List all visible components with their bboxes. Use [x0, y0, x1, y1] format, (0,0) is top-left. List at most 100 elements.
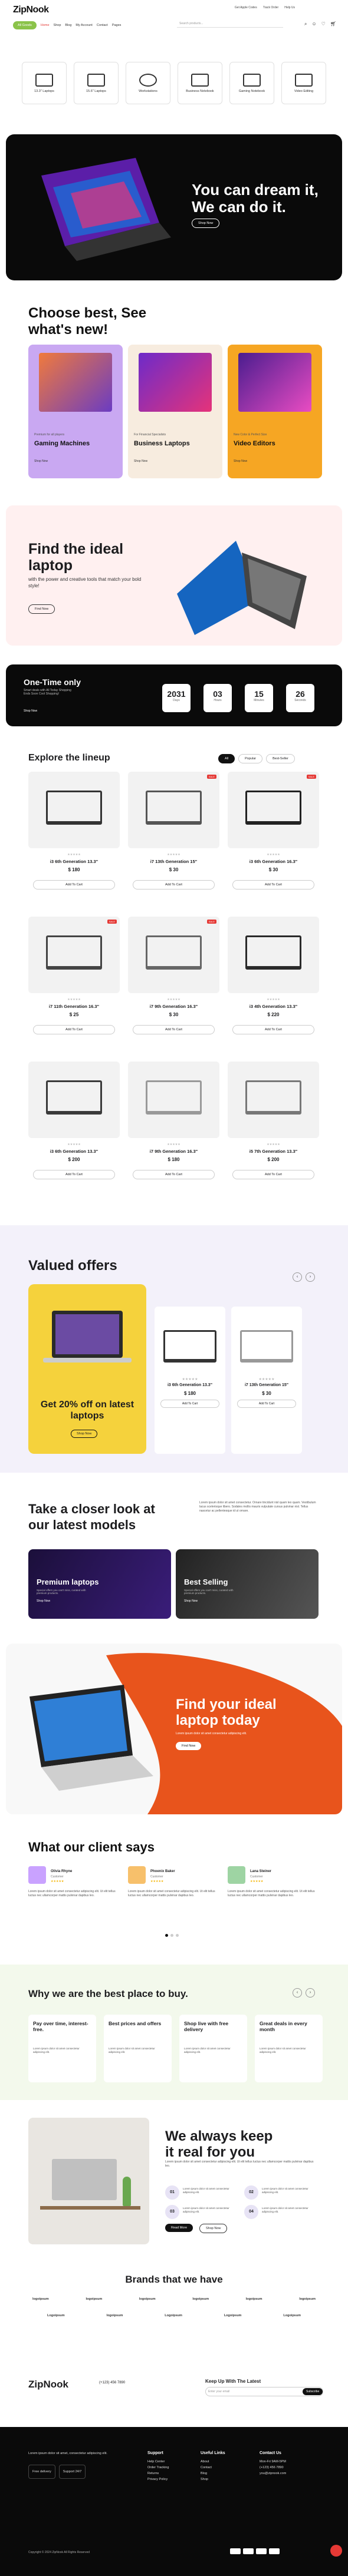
brand-logo[interactable]: Logoipsum: [165, 2314, 182, 2317]
brand-logo[interactable]: logoipsum: [246, 2297, 262, 2301]
carousel-dot[interactable]: [176, 1934, 179, 1937]
cart-icon[interactable]: 🛒︎: [330, 21, 336, 27]
product-card[interactable]: ★★★★★ i5 7th Generation 13.3" $ 200 Add To …: [228, 1062, 319, 1199]
nav-item[interactable]: My Account: [75, 24, 92, 27]
add-to-cart-button[interactable]: Add To Cart: [232, 1025, 314, 1034]
featured-card[interactable]: Premium for all players Gaming Machines …: [28, 345, 123, 478]
add-to-cart-button[interactable]: Add To Cart: [33, 1025, 115, 1034]
next-arrow-icon[interactable]: ›: [306, 1272, 315, 1282]
shop-now-link[interactable]: Shop Now: [234, 459, 247, 463]
featured-card[interactable]: For Financial Specialists Business Lapto…: [128, 345, 222, 478]
carousel-dot[interactable]: [165, 1934, 168, 1937]
user-icon[interactable]: ☺: [312, 21, 317, 27]
footer-link[interactable]: Blog: [201, 2471, 225, 2476]
brand-logo[interactable]: logoipsum: [299, 2297, 316, 2301]
next-arrow-icon[interactable]: ›: [306, 1988, 315, 1998]
add-to-cart-button[interactable]: Add To Cart: [133, 880, 215, 889]
add-to-cart-button[interactable]: Add To Cart: [33, 1170, 115, 1179]
product-card[interactable]: SALE ★★★★★ i7 11th Generation 16.3" $ 25 Add…: [28, 917, 120, 1054]
footer-link[interactable]: About: [201, 2459, 225, 2465]
shop-now-link[interactable]: Shop Now: [34, 459, 48, 463]
category-card[interactable]: Workstations: [126, 62, 170, 104]
shop-now-link[interactable]: Shop Now: [24, 709, 37, 713]
monitor-icon: [139, 73, 157, 87]
product-card[interactable]: ★★★★★ i3 6th Generation 13.3" $ 200 Add To …: [28, 1062, 120, 1199]
footer-link[interactable]: Privacy Policy: [147, 2476, 169, 2482]
brand-logo[interactable]: logoipsum: [86, 2297, 102, 2301]
footer-link[interactable]: Help Center: [147, 2459, 169, 2465]
shop-now-link[interactable]: Shop Now: [134, 459, 147, 463]
brand-logo[interactable]: logoipsum: [192, 2297, 209, 2301]
brand-logo[interactable]: Logoipsum: [47, 2314, 65, 2317]
rating-stars: ★★★★★: [67, 853, 81, 857]
add-to-cart-button[interactable]: Add To Cart: [33, 880, 115, 889]
add-to-cart-button[interactable]: Add To Cart: [232, 880, 314, 889]
rating-stars: ★★★★★: [167, 1143, 180, 1146]
footer-logo[interactable]: ZipNook: [28, 2379, 68, 2390]
top-link[interactable]: Help Us: [284, 6, 295, 9]
product-card[interactable]: ★★★★★ i3 6th Generation 13.3" $ 180 Add …: [155, 1307, 225, 1454]
read-more-button[interactable]: Read More: [165, 2224, 193, 2232]
subscribe-button[interactable]: Subscribe: [303, 2388, 323, 2395]
promo-shop-button[interactable]: Shop Now: [71, 1430, 98, 1438]
model-card[interactable]: Best Selling Special offers you can't mi…: [176, 1549, 319, 1619]
brand-logo[interactable]: Logoipsum: [283, 2314, 301, 2317]
product-card[interactable]: SALE ★★★★★ i3 6th Generation 16.3" $ 30 Add …: [228, 772, 319, 910]
carousel-dot[interactable]: [170, 1934, 173, 1937]
category-card[interactable]: Business Notebook: [178, 62, 222, 104]
brand-logo[interactable]: Logoipsum: [224, 2314, 242, 2317]
find-now-button[interactable]: Find Now: [28, 604, 55, 614]
hero-shop-button[interactable]: Shop Now: [192, 219, 220, 228]
top-link[interactable]: Track Order: [263, 6, 278, 9]
section-title: What our client says: [28, 1840, 155, 1854]
top-link[interactable]: Get Apple Codes: [235, 6, 257, 9]
footer-link[interactable]: Shop: [201, 2476, 225, 2482]
filter-tab[interactable]: All: [218, 754, 235, 763]
shop-now-link[interactable]: Shop Now: [37, 1599, 50, 1603]
site-logo[interactable]: ZipNook: [13, 5, 49, 15]
category-card[interactable]: Gaming Notebook: [229, 62, 274, 104]
featured-card[interactable]: New Color & Perfect Size Video Editors S…: [228, 345, 322, 478]
nav-item[interactable]: Pages: [112, 24, 122, 27]
product-card[interactable]: ★★★★★ i7 9th Generation 16.3" $ 180 Add To …: [128, 1062, 219, 1199]
category-card[interactable]: 13.3" Laptops: [22, 62, 67, 104]
filter-tab[interactable]: Best-Seller: [266, 754, 295, 763]
category-card[interactable]: Video Editing: [281, 62, 326, 104]
why-section: Why we are the best place to buy. ‹ › Pa…: [0, 1965, 348, 2100]
brand-logo[interactable]: logoipsum: [32, 2297, 49, 2301]
heart-icon[interactable]: ♡: [321, 21, 326, 27]
search-icon[interactable]: ⌕: [304, 21, 307, 27]
prev-arrow-icon[interactable]: ‹: [293, 1272, 302, 1282]
add-to-cart-button[interactable]: Add To Cart: [232, 1170, 314, 1179]
nav-item[interactable]: Home: [41, 24, 50, 27]
product-card[interactable]: SALE ★★★★★ i7 9th Generation 16.3" $ 30 Add …: [128, 917, 219, 1054]
brand-logo[interactable]: logoipsum: [139, 2297, 156, 2301]
add-to-cart-button[interactable]: Add To Cart: [133, 1170, 215, 1179]
nav-item[interactable]: Blog: [65, 24, 71, 27]
site-footer: Lorem ipsum dolor sit amet, consectetur …: [0, 2427, 348, 2576]
shop-now-link[interactable]: Shop Now: [184, 1599, 198, 1603]
nav-item[interactable]: Contact: [97, 24, 108, 27]
product-card[interactable]: SALE ★★★★★ i7 13th Generation 15" $ 30 Add T…: [128, 772, 219, 910]
product-card[interactable]: ★★★★★ i3 6th Generation 13.3" $ 180 Add To …: [28, 772, 120, 910]
product-card[interactable]: ★★★★★ i7 13th Generation 15" $ 30 Add To…: [231, 1307, 302, 1454]
all-categories-button[interactable]: All Goods: [13, 21, 37, 29]
add-to-cart-button[interactable]: Add To Cart: [237, 1400, 296, 1408]
product-card[interactable]: ★★★★★ i3 4th Generation 13.3" $ 220 Add To …: [228, 917, 319, 1054]
footer-link[interactable]: Returns: [147, 2471, 169, 2476]
brand-logo[interactable]: logoipsum: [107, 2314, 123, 2317]
footer-link[interactable]: Contact: [201, 2465, 225, 2471]
add-to-cart-button[interactable]: Add To Cart: [133, 1025, 215, 1034]
laptop-image: [245, 935, 301, 970]
category-card[interactable]: 15.6" Laptops: [74, 62, 119, 104]
search-input[interactable]: Search products...: [177, 19, 283, 28]
add-to-cart-button[interactable]: Add To Cart: [160, 1400, 219, 1408]
prev-arrow-icon[interactable]: ‹: [293, 1988, 302, 1998]
scroll-top-icon[interactable]: [330, 2545, 342, 2557]
shop-now-button[interactable]: Shop Now: [199, 2224, 228, 2233]
footer-link[interactable]: Order Tracking: [147, 2465, 169, 2471]
nav-item[interactable]: Shop: [54, 24, 61, 27]
model-card[interactable]: Premium laptops Special offers you can't…: [28, 1549, 171, 1619]
filter-tab[interactable]: Popular: [238, 754, 263, 763]
find-now-button[interactable]: Find Now: [176, 1742, 202, 1750]
